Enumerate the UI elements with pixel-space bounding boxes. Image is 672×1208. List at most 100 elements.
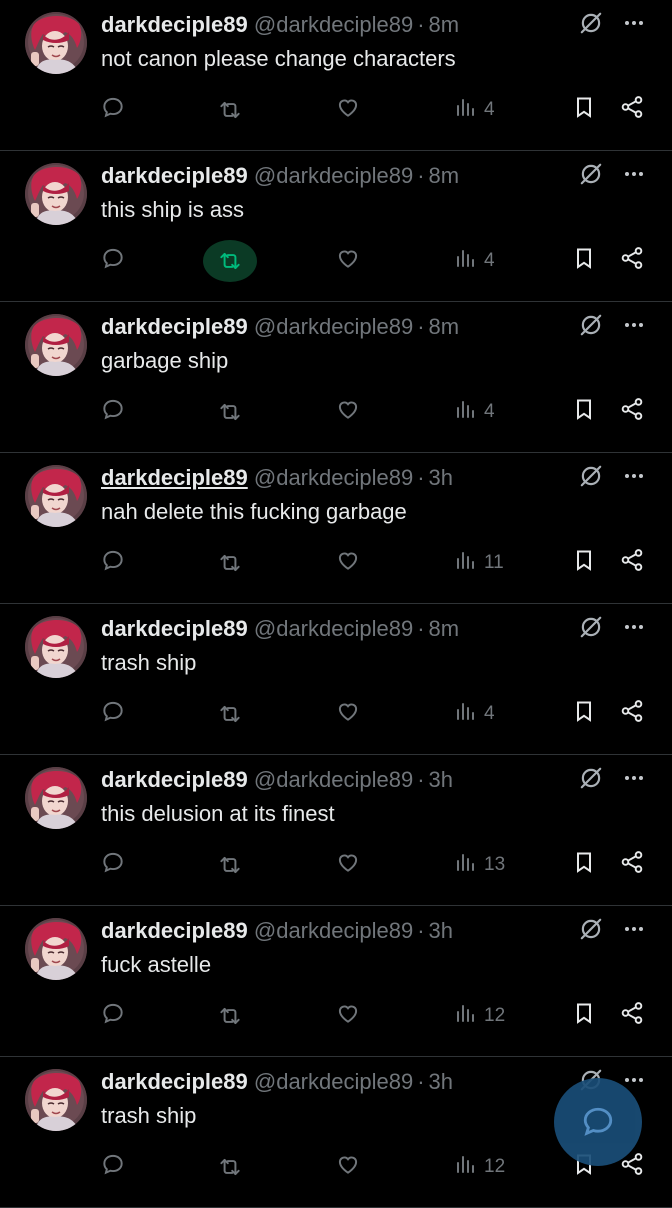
more-icon[interactable] bbox=[622, 766, 646, 790]
share-button[interactable] bbox=[619, 392, 645, 432]
share-button[interactable] bbox=[619, 90, 645, 130]
bookmark-button[interactable] bbox=[572, 845, 596, 885]
share-button[interactable] bbox=[619, 845, 645, 885]
like-button[interactable] bbox=[335, 694, 361, 734]
bookmark-button[interactable] bbox=[572, 694, 596, 734]
like-button[interactable] bbox=[335, 1147, 361, 1187]
avatar[interactable] bbox=[25, 314, 87, 376]
more-icon[interactable] bbox=[622, 313, 646, 337]
post[interactable]: darkdeciple89 @darkdeciple89 · 3h this del… bbox=[0, 755, 672, 906]
post[interactable]: darkdeciple89 @darkdeciple89 · 8m this shi… bbox=[0, 151, 672, 302]
views-button[interactable]: 4 bbox=[454, 90, 495, 130]
grok-icon[interactable] bbox=[578, 463, 604, 489]
post[interactable]: darkdeciple89 @darkdeciple89 · 3h fuck ast… bbox=[0, 906, 672, 1057]
avatar[interactable] bbox=[25, 465, 87, 527]
username-handle[interactable]: @darkdeciple89 bbox=[254, 465, 413, 490]
share-button[interactable] bbox=[619, 241, 645, 281]
more-icon[interactable] bbox=[622, 162, 646, 186]
more-icon[interactable] bbox=[622, 917, 646, 941]
display-name[interactable]: darkdeciple89 bbox=[101, 1069, 248, 1094]
display-name[interactable]: darkdeciple89 bbox=[101, 616, 248, 641]
timestamp[interactable]: 3h bbox=[429, 1069, 453, 1094]
like-button[interactable] bbox=[335, 392, 361, 432]
timestamp[interactable]: 8m bbox=[429, 314, 460, 339]
like-button[interactable] bbox=[335, 996, 361, 1036]
views-button[interactable]: 12 bbox=[454, 996, 505, 1036]
reply-button[interactable] bbox=[100, 1147, 126, 1187]
compose-reply-button[interactable] bbox=[554, 1078, 642, 1166]
reply-button[interactable] bbox=[100, 392, 126, 432]
post[interactable]: darkdeciple89 @darkdeciple89 · 8m trash sh… bbox=[0, 604, 672, 755]
bookmark-button[interactable] bbox=[572, 241, 596, 281]
grok-icon[interactable] bbox=[578, 765, 604, 791]
display-name[interactable]: darkdeciple89 bbox=[101, 314, 248, 339]
more-icon[interactable] bbox=[622, 464, 646, 488]
timestamp[interactable]: 3h bbox=[429, 918, 453, 943]
share-button[interactable] bbox=[619, 694, 645, 734]
like-button[interactable] bbox=[335, 543, 361, 583]
bookmark-button[interactable] bbox=[572, 392, 596, 432]
bookmark-button[interactable] bbox=[572, 996, 596, 1036]
timestamp[interactable]: 8m bbox=[429, 163, 460, 188]
reply-button[interactable] bbox=[100, 90, 126, 130]
repost-button[interactable] bbox=[215, 694, 257, 734]
share-button[interactable] bbox=[619, 996, 645, 1036]
repost-button[interactable] bbox=[215, 1147, 257, 1187]
display-name[interactable]: darkdeciple89 bbox=[101, 163, 248, 188]
grok-icon[interactable] bbox=[578, 916, 604, 942]
display-name[interactable]: darkdeciple89 bbox=[101, 918, 248, 943]
avatar[interactable] bbox=[25, 1069, 87, 1131]
post[interactable]: darkdeciple89 @darkdeciple89 · 3h nah dele… bbox=[0, 453, 672, 604]
repost-button[interactable] bbox=[215, 543, 257, 583]
grok-icon[interactable] bbox=[578, 10, 604, 36]
reply-button[interactable] bbox=[100, 694, 126, 734]
views-button[interactable]: 12 bbox=[454, 1147, 505, 1187]
views-button[interactable]: 4 bbox=[454, 694, 495, 734]
more-icon[interactable] bbox=[622, 615, 646, 639]
username-handle[interactable]: @darkdeciple89 bbox=[254, 163, 413, 188]
like-button[interactable] bbox=[335, 241, 361, 281]
display-name[interactable]: darkdeciple89 bbox=[101, 767, 248, 792]
reply-button[interactable] bbox=[100, 241, 126, 281]
username-handle[interactable]: @darkdeciple89 bbox=[254, 12, 413, 37]
username-handle[interactable]: @darkdeciple89 bbox=[254, 314, 413, 339]
avatar[interactable] bbox=[25, 12, 87, 74]
post[interactable]: darkdeciple89 @darkdeciple89 · 8m not cano… bbox=[0, 0, 672, 151]
like-button[interactable] bbox=[335, 90, 361, 130]
more-icon[interactable] bbox=[622, 11, 646, 35]
views-button[interactable]: 13 bbox=[454, 845, 505, 885]
timestamp[interactable]: 8m bbox=[429, 12, 460, 37]
reply-button[interactable] bbox=[100, 543, 126, 583]
bookmark-button[interactable] bbox=[572, 90, 596, 130]
repost-button[interactable] bbox=[215, 90, 257, 130]
repost-button[interactable] bbox=[215, 996, 257, 1036]
avatar[interactable] bbox=[25, 918, 87, 980]
share-button[interactable] bbox=[619, 543, 645, 583]
views-button[interactable]: 4 bbox=[454, 392, 495, 432]
display-name[interactable]: darkdeciple89 bbox=[101, 12, 248, 37]
timestamp[interactable]: 8m bbox=[429, 616, 460, 641]
grok-icon[interactable] bbox=[578, 312, 604, 338]
timestamp[interactable]: 3h bbox=[429, 767, 453, 792]
username-handle[interactable]: @darkdeciple89 bbox=[254, 767, 413, 792]
avatar[interactable] bbox=[25, 616, 87, 678]
grok-icon[interactable] bbox=[578, 161, 604, 187]
avatar[interactable] bbox=[25, 767, 87, 829]
views-button[interactable]: 4 bbox=[454, 241, 495, 281]
repost-button[interactable] bbox=[203, 240, 257, 282]
timestamp[interactable]: 3h bbox=[429, 465, 453, 490]
like-button[interactable] bbox=[335, 845, 361, 885]
repost-button[interactable] bbox=[215, 845, 257, 885]
views-button[interactable]: 11 bbox=[454, 543, 504, 583]
username-handle[interactable]: @darkdeciple89 bbox=[254, 616, 413, 641]
bookmark-button[interactable] bbox=[572, 543, 596, 583]
reply-button[interactable] bbox=[100, 996, 126, 1036]
grok-icon[interactable] bbox=[578, 614, 604, 640]
username-handle[interactable]: @darkdeciple89 bbox=[254, 918, 413, 943]
display-name[interactable]: darkdeciple89 bbox=[101, 465, 248, 490]
reply-button[interactable] bbox=[100, 845, 126, 885]
repost-button[interactable] bbox=[215, 392, 257, 432]
username-handle[interactable]: @darkdeciple89 bbox=[254, 1069, 413, 1094]
avatar[interactable] bbox=[25, 163, 87, 225]
post[interactable]: darkdeciple89 @darkdeciple89 · 8m garbage … bbox=[0, 302, 672, 453]
